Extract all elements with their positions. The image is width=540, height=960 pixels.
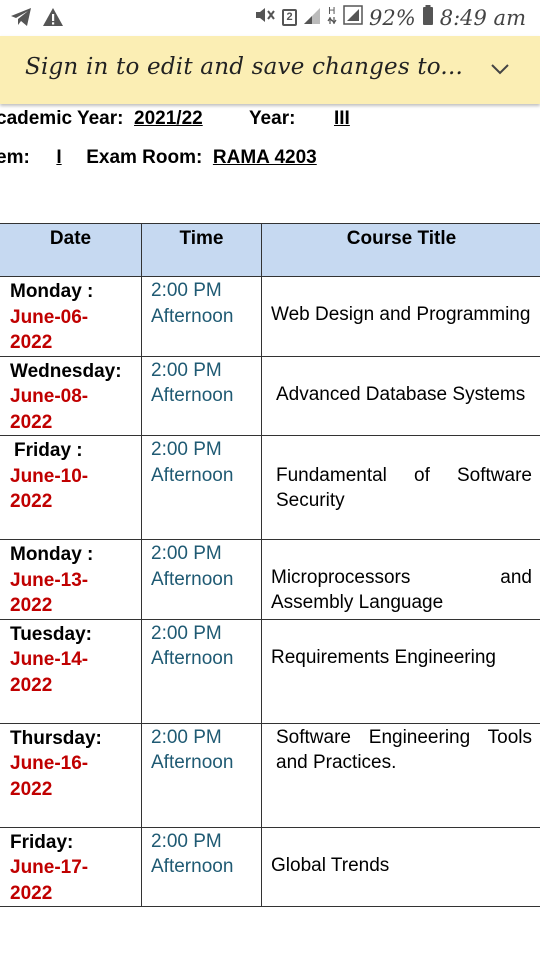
exam-time: 2:00 PM xyxy=(151,439,222,460)
day-name: Tuesday: xyxy=(10,623,93,645)
exam-period: Afternoon xyxy=(151,752,234,773)
day-name: Friday: xyxy=(10,831,74,853)
course-cell: Web Design and Programming xyxy=(261,276,540,357)
course-cell: Global Trends xyxy=(261,826,540,907)
table-row: Friday: June-17- 2022 2:00 PM Afternoon Glo… xyxy=(0,826,540,907)
semester-value: I xyxy=(56,147,62,168)
sign-in-banner[interactable]: Sign in to edit and save changes to... xyxy=(0,36,540,104)
column-header-date: Date xyxy=(0,223,142,277)
course-title: Microprocessors and Assembly Language xyxy=(271,567,532,613)
table-row: Monday : June-13- 2022 2:00 PM Afternoon Mi… xyxy=(0,539,540,620)
exam-period: Afternoon xyxy=(151,385,234,406)
academic-year-label: cademic Year: xyxy=(0,108,124,129)
year-label: Year: xyxy=(248,108,296,129)
time-cell: 2:00 PM Afternoon xyxy=(141,826,262,907)
time-cell: 2:00 PM Afternoon xyxy=(141,435,262,540)
course-cell: Requirements Engineering xyxy=(261,618,540,724)
exam-room-value: RAMA 4203 xyxy=(212,147,317,168)
course-title: Requirements Engineering xyxy=(271,646,496,668)
day-name: Thursday: xyxy=(10,727,102,749)
table-row: Monday : June-06- 2022 2:00 PM Afternoon We… xyxy=(0,276,540,357)
svg-text:H: H xyxy=(328,6,336,17)
date-cell: Thursday: June-16- 2022 xyxy=(0,722,142,828)
academic-year-value: 2021/22 xyxy=(134,108,203,129)
column-header-course-title: Course Title xyxy=(261,223,540,277)
time-cell: 2:00 PM Afternoon xyxy=(141,618,262,724)
course-cell: Software Engineering Tools and Practices… xyxy=(261,722,540,828)
exam-date: June-17- 2022 xyxy=(10,857,89,904)
exam-time: 2:00 PM xyxy=(151,280,222,301)
exam-date: June-13- 2022 xyxy=(10,569,89,617)
time-cell: 2:00 PM Afternoon xyxy=(141,276,262,357)
course-title: Software Engineering Tools and Practices… xyxy=(276,726,532,773)
table-header-row: Date Time Course Title xyxy=(0,223,540,277)
day-name: Monday : xyxy=(10,281,94,302)
exam-time: 2:00 PM xyxy=(151,622,222,644)
course-cell: Advanced Database Systems xyxy=(261,355,540,436)
table-row: Thursday: June-16- 2022 2:00 PM Afternoon S… xyxy=(0,722,540,828)
battery-percent: 92% xyxy=(369,5,416,30)
sim-2-icon: 2 xyxy=(282,9,298,26)
battery-icon xyxy=(422,4,434,31)
course-title: Global Trends xyxy=(271,854,390,876)
course-title: Web Design and Programming xyxy=(271,304,531,325)
exam-period: Afternoon xyxy=(151,568,234,590)
date-cell: Tuesday: June-14- 2022 xyxy=(0,618,142,724)
exam-time: 2:00 PM xyxy=(151,543,222,564)
date-cell: Monday : June-13- 2022 xyxy=(0,539,142,620)
course-cell: Microprocessors and Assembly Language xyxy=(261,539,540,620)
date-cell: Monday : June-06- 2022 xyxy=(0,276,142,357)
exam-period: Afternoon xyxy=(151,305,234,327)
academic-info-line: cademic Year: 2021/22 Year: III xyxy=(0,108,350,130)
semester-info-line: em: I Exam Room: RAMA 4203 xyxy=(0,147,317,169)
course-title: Fundamental of Software Security xyxy=(276,465,532,511)
time-cell: 2:00 PM Afternoon xyxy=(141,539,262,620)
course-cell: Fundamental of Software Security xyxy=(261,435,540,540)
signal-icon xyxy=(303,5,321,30)
table-row: Friday : June-10- 2022 2:00 PM Afternoon Fu… xyxy=(0,435,540,540)
exam-time: 2:00 PM xyxy=(151,359,222,381)
exam-period: Afternoon xyxy=(151,464,234,486)
day-name: Friday : xyxy=(14,440,83,461)
h-plus-icon: H xyxy=(327,4,337,31)
status-bar: 2 H 92% 8:49 am xyxy=(0,0,540,36)
semester-label: em: xyxy=(0,147,30,168)
banner-text: Sign in to edit and save changes to... xyxy=(25,54,463,80)
signal-bars-icon xyxy=(343,5,363,30)
time-cell: 2:00 PM Afternoon xyxy=(141,722,262,828)
day-name: Wednesday: xyxy=(10,360,122,382)
exam-time: 2:00 PM xyxy=(151,830,222,852)
exam-room-label: Exam Room: xyxy=(86,147,203,168)
year-value: III xyxy=(333,108,350,129)
exam-date: June-16- 2022 xyxy=(10,753,89,800)
date-cell: Friday: June-17- 2022 xyxy=(0,826,142,907)
telegram-icon xyxy=(10,7,32,32)
exam-period: Afternoon xyxy=(151,648,234,669)
course-title: Advanced Database Systems xyxy=(276,383,526,405)
exam-date: June-10- 2022 xyxy=(10,465,89,513)
date-cell: Friday : June-10- 2022 xyxy=(0,435,142,540)
clock: 8:49 am xyxy=(439,5,526,30)
exam-date: June-08- 2022 xyxy=(10,386,89,433)
exam-date: June-06- 2022 xyxy=(10,306,89,354)
table-row: Tuesday: June-14- 2022 2:00 PM Afternoon Re… xyxy=(0,618,540,724)
mute-icon xyxy=(254,5,276,30)
exam-date: June-14- 2022 xyxy=(10,649,89,696)
warning-icon xyxy=(42,7,64,32)
column-header-time: Time xyxy=(141,223,262,277)
day-name: Monday : xyxy=(10,544,94,565)
chevron-down-icon[interactable] xyxy=(490,62,510,76)
exam-time: 2:00 PM xyxy=(151,726,222,748)
time-cell: 2:00 PM Afternoon xyxy=(141,355,262,436)
exam-schedule-table: Date Time Course Title Monday : June-06- 2… xyxy=(0,223,540,907)
exam-period: Afternoon xyxy=(151,856,234,877)
date-cell: Wednesday: June-08- 2022 xyxy=(0,355,142,436)
table-row: Wednesday: June-08- 2022 2:00 PM Afternoon … xyxy=(0,355,540,436)
